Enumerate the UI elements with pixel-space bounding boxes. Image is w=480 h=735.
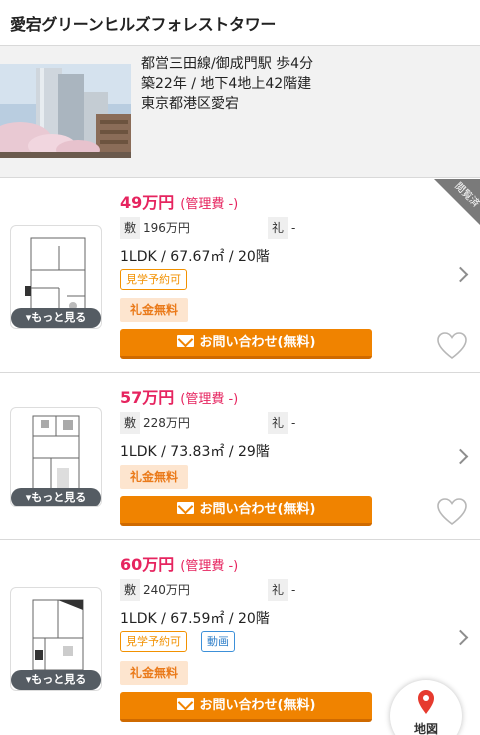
no-key-money-badge: 礼金無料 xyxy=(120,661,188,685)
building-photo[interactable] xyxy=(0,64,131,158)
chevron-right-icon[interactable] xyxy=(452,266,469,283)
key-money-value: - xyxy=(291,416,296,430)
station-access: 都営三田線/御成門駅 歩4分 xyxy=(141,56,314,72)
map-button[interactable]: 地図 xyxy=(390,680,462,735)
building-address: 東京都港区愛宕 xyxy=(141,96,239,112)
more-button[interactable]: ▾もっと見る xyxy=(11,308,101,328)
tag-tour-booking: 見学予約可 xyxy=(120,269,187,290)
key-money-tag: 礼 xyxy=(268,217,289,239)
listing-card[interactable]: ▾もっと見る 57万円 (管理費 -) 敷 228万円 礼 - 1LDK / 73… xyxy=(0,374,480,540)
key-money-value: - xyxy=(291,583,296,597)
viewed-ribbon: 閲覧済 xyxy=(434,179,480,225)
deposit-value: 240万円 xyxy=(143,583,190,597)
contact-label: お問い合わせ(無料) xyxy=(199,698,316,713)
management-fee: (管理費 -) xyxy=(180,197,239,212)
mail-icon xyxy=(176,502,194,514)
chevron-right-icon[interactable] xyxy=(452,448,469,465)
rent-value: 57万円 xyxy=(120,388,175,407)
building-age-floors: 築22年 / 地下4地上42階建 xyxy=(141,76,312,92)
building-summary[interactable]: 都営三田線/御成門駅 歩4分 築22年 / 地下4地上42階建 東京都港区愛宕 xyxy=(0,46,480,178)
page-title: 愛宕グリーンヒルズフォレストタワー xyxy=(10,15,277,34)
rent-value: 60万円 xyxy=(120,555,175,574)
unit-spec: 1LDK / 67.59㎡ / 20階 xyxy=(120,611,270,627)
no-key-money-badge: 礼金無料 xyxy=(120,298,188,322)
listing-card[interactable]: 閲覧済 ▾もっと見る 49万円 (管理費 -) 敷 196万円 礼 - 1LDK … xyxy=(0,179,480,373)
contact-button[interactable]: お問い合わせ(無料) xyxy=(120,692,372,722)
favorite-heart-icon[interactable] xyxy=(436,331,468,361)
rent-price: 60万円 (管理費 -) xyxy=(120,551,238,575)
more-button[interactable]: ▾もっと見る xyxy=(11,488,101,506)
page-header: 愛宕グリーンヒルズフォレストタワー xyxy=(0,0,480,46)
key-money-tag: 礼 xyxy=(268,412,289,434)
floorplan-thumbnail[interactable]: ▾もっと見る xyxy=(10,225,102,329)
unit-spec: 1LDK / 73.83㎡ / 29階 xyxy=(120,444,270,460)
key-money-tag: 礼 xyxy=(268,579,289,601)
no-key-money-badge: 礼金無料 xyxy=(120,465,188,489)
chevron-right-icon[interactable] xyxy=(452,629,469,646)
contact-button[interactable]: お問い合わせ(無料) xyxy=(120,329,372,359)
rent-price: 49万円 (管理費 -) xyxy=(120,189,238,213)
key-money-value: - xyxy=(291,221,296,235)
rent-value: 49万円 xyxy=(120,193,175,212)
deposit-tag: 敷 xyxy=(120,412,141,434)
floorplan-thumbnail[interactable]: ▾もっと見る xyxy=(10,407,102,507)
unit-spec: 1LDK / 67.67㎡ / 20階 xyxy=(120,249,270,265)
deposit-tag: 敷 xyxy=(120,579,141,601)
map-label: 地図 xyxy=(413,722,438,735)
management-fee: (管理費 -) xyxy=(180,559,239,574)
contact-label: お問い合わせ(無料) xyxy=(199,335,316,350)
building-info: 都営三田線/御成門駅 歩4分 築22年 / 地下4地上42階建 東京都港区愛宕 xyxy=(141,54,313,114)
contact-label: お問い合わせ(無料) xyxy=(199,502,316,517)
management-fee: (管理費 -) xyxy=(180,392,239,407)
mail-icon xyxy=(176,335,194,347)
deposit-value: 196万円 xyxy=(143,221,190,235)
mail-icon xyxy=(176,698,194,710)
map-pin-icon xyxy=(418,690,434,714)
tag-video: 動画 xyxy=(201,631,235,652)
rent-price: 57万円 (管理費 -) xyxy=(120,384,238,408)
favorite-heart-icon[interactable] xyxy=(436,497,468,527)
contact-button[interactable]: お問い合わせ(無料) xyxy=(120,496,372,526)
deposit-tag: 敷 xyxy=(120,217,141,239)
deposit-value: 228万円 xyxy=(143,416,190,430)
more-button[interactable]: ▾もっと見る xyxy=(11,670,101,690)
floorplan-thumbnail[interactable]: ▾もっと見る xyxy=(10,587,102,691)
tag-tour-booking: 見学予約可 xyxy=(120,631,187,652)
